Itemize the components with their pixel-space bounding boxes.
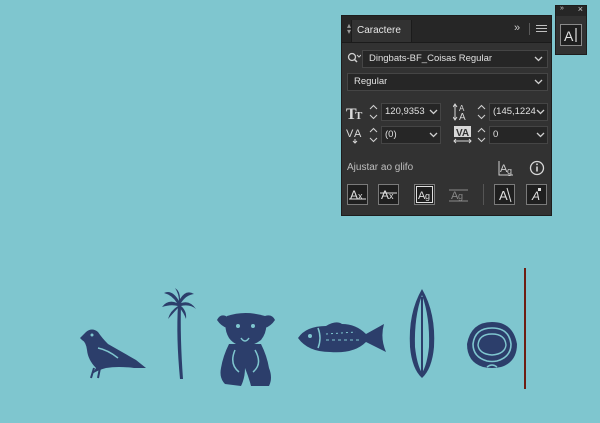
chevron-down-icon (429, 132, 438, 138)
info-icon[interactable] (528, 159, 546, 177)
snap-proximity-button[interactable]: A g (447, 184, 468, 205)
font-style-value: Regular (354, 76, 388, 87)
snap-baseline-button[interactable]: A x (347, 184, 368, 205)
svg-text:A: A (531, 189, 540, 203)
snap-anchor-button[interactable]: A (526, 184, 547, 205)
fish-icon (298, 322, 386, 353)
chevron-down-icon (534, 56, 543, 62)
kerning-icon: V A (346, 128, 362, 144)
svg-text:V: V (346, 128, 354, 140)
tracking-icon: VA (453, 126, 472, 144)
svg-text:A: A (564, 28, 574, 44)
panel-menu-icon[interactable] (536, 25, 547, 34)
kerning-tracking-row: V A (0) VA 0 (342, 126, 551, 144)
svg-text:VA: VA (456, 128, 469, 139)
dog-icon (217, 313, 275, 386)
glyph-bounds-icon: A g (416, 186, 433, 203)
font-size-field[interactable]: 120,9353 (381, 103, 441, 121)
svg-text:A: A (354, 128, 362, 140)
svg-text:g: g (458, 191, 463, 201)
leading-stepper[interactable] (477, 104, 486, 120)
tab-character[interactable]: Caractere (351, 20, 412, 42)
svg-text:g: g (507, 166, 512, 176)
snap-xheight-icon: A x (380, 188, 397, 202)
mini-panel-header[interactable]: » × (556, 4, 586, 16)
chevron-down-icon (536, 109, 545, 115)
surfboard-icon (409, 289, 435, 378)
clam-shell-icon (467, 322, 517, 368)
expand-panel-icon[interactable]: » (514, 22, 520, 34)
svg-text:A: A (499, 188, 508, 203)
snap-glyph-bounds-button[interactable]: A g (414, 184, 435, 205)
buttons-divider (483, 184, 484, 205)
snap-xheight-button[interactable]: A x (378, 184, 399, 205)
collapsed-character-panel: » × A (555, 4, 587, 55)
font-size-stepper[interactable] (369, 104, 378, 120)
svg-text:A: A (381, 188, 389, 202)
palm-tree-icon (162, 288, 196, 379)
panel-header[interactable]: ▴ ▾ Caractere » (342, 16, 551, 43)
close-icon[interactable]: × (578, 4, 583, 14)
leading-value: (145,1224 (493, 106, 536, 117)
font-family-dropdown[interactable]: Dingbats-BF_Coisas Regular (362, 50, 548, 68)
glyph-options-icon[interactable]: A g (497, 159, 515, 177)
snap-to-glyph-label: Ajustar ao glifo (347, 162, 414, 173)
font-family-row: Dingbats-BF_Coisas Regular (342, 49, 551, 68)
character-icon: A (564, 28, 577, 44)
character-panel-toggle-button[interactable]: A (560, 24, 582, 46)
character-panel: ▴ ▾ Caractere » Dingbats-BF_Coisas Regula… (341, 15, 552, 216)
angular-guides-icon: A (499, 187, 512, 203)
size-leading-row: T T 120,9353 A A (145,1224 (342, 103, 551, 121)
proximity-guides-icon: A g (449, 189, 468, 202)
bird-icon (80, 329, 146, 379)
svg-text:g: g (425, 191, 430, 201)
font-size-icon: T T (346, 106, 363, 121)
kerning-field[interactable]: (0) (381, 126, 441, 144)
anchor-point-icon: A (531, 188, 541, 203)
font-size-value: 120,9353 (385, 106, 425, 117)
font-family-value: Dingbats-BF_Coisas Regular (369, 53, 493, 64)
tracking-value: 0 (493, 129, 499, 140)
expand-icon[interactable]: » (560, 5, 564, 12)
text-cursor-caret (524, 268, 526, 389)
kerning-stepper[interactable] (369, 127, 378, 143)
leading-icon: A A (453, 103, 466, 121)
snap-angular-button[interactable]: A (494, 184, 515, 205)
chevron-down-icon (536, 132, 545, 138)
chevron-down-icon (429, 109, 438, 115)
tracking-field[interactable]: 0 (489, 126, 548, 144)
chevron-down-icon (534, 79, 543, 85)
svg-text:A: A (350, 188, 358, 202)
header-divider (529, 23, 530, 35)
kerning-value: (0) (385, 129, 397, 140)
snap-baseline-icon: A x (349, 188, 366, 202)
font-style-dropdown[interactable]: Regular (347, 73, 548, 91)
svg-text:A: A (459, 112, 466, 121)
svg-text:T: T (355, 110, 363, 121)
search-icon[interactable] (347, 52, 361, 64)
leading-field[interactable]: (145,1224 (489, 103, 548, 121)
tracking-stepper[interactable] (477, 127, 486, 143)
